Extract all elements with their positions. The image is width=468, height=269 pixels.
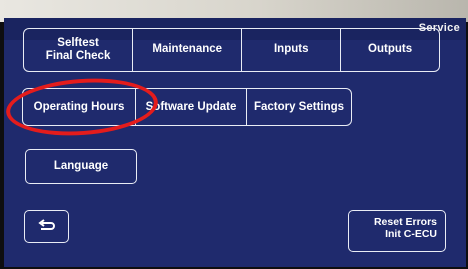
options-row: Operating Hours Software Update Factory …	[22, 88, 352, 126]
tab-outputs[interactable]: Outputs	[341, 29, 439, 71]
operating-hours-button[interactable]: Operating Hours	[23, 89, 136, 125]
factory-settings-button[interactable]: Factory Settings	[247, 89, 351, 125]
software-update-button[interactable]: Software Update	[136, 89, 247, 125]
reset-errors-button[interactable]: Reset Errors Init C-ECU	[348, 210, 446, 252]
tab-selftest-final-check[interactable]: Selftest Final Check	[24, 29, 134, 71]
back-button[interactable]	[24, 210, 69, 243]
tab-inputs[interactable]: Inputs	[242, 29, 342, 71]
return-arrow-icon	[37, 218, 57, 235]
service-tabs: Selftest Final Check Maintenance Inputs …	[23, 28, 440, 72]
tab-maintenance[interactable]: Maintenance	[133, 29, 243, 71]
language-button[interactable]: Language	[25, 149, 137, 184]
